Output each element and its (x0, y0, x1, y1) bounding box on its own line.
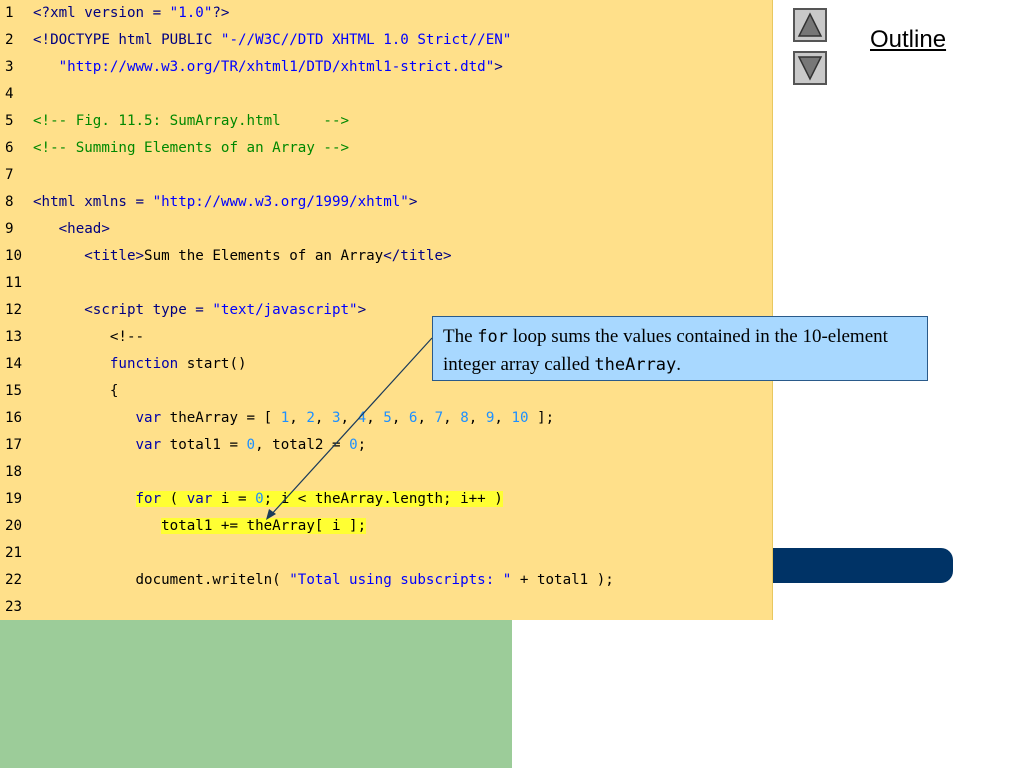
line-number: 14 (5, 356, 23, 372)
code-line: 3 "http://www.w3.org/TR/xhtml1/DTD/xhtml… (0, 54, 773, 81)
code-line: 10 <title>Sum the Elements of an Array</… (0, 243, 773, 270)
line-number: 3 (5, 59, 14, 75)
code-text: <!-- Summing Elements of an Array --> (33, 140, 350, 156)
code-line: 5 <!-- Fig. 11.5: SumArray.html --> (0, 108, 773, 135)
code-text: <!-- Fig. 11.5: SumArray.html --> (33, 113, 350, 129)
code-text: "http://www.w3.org/TR/xhtml1/DTD/xhtml1-… (58, 59, 503, 75)
line-number: 10 (5, 248, 23, 264)
code-line: 6 <!-- Summing Elements of an Array --> (0, 135, 773, 162)
code-line: 21 (0, 540, 773, 567)
triangle-up-icon (797, 12, 823, 37)
line-number: 22 (5, 572, 23, 588)
code-text: total1 += theArray[ i ]; (161, 518, 367, 534)
code-line: 23 (0, 594, 773, 621)
next-slide-button[interactable] (793, 51, 827, 85)
code-listing: 1 <?xml version = "1.0"?> 2 <!DOCTYPE ht… (0, 0, 773, 620)
previous-slide-button[interactable] (793, 8, 827, 42)
code-text: <!-- (33, 329, 145, 345)
line-number: 17 (5, 437, 23, 453)
line-number: 15 (5, 383, 23, 399)
triangle-down-icon (797, 56, 823, 81)
code-text: <head> (33, 221, 110, 237)
line-number: 19 (5, 491, 23, 507)
code-line: 7 (0, 162, 773, 189)
code-line: 15 { (0, 378, 773, 405)
callout-box: The for loop sums the values contained i… (432, 316, 928, 381)
line-number: 18 (5, 464, 23, 480)
code-line: 2 <!DOCTYPE html PUBLIC "-//W3C//DTD XHT… (0, 27, 773, 54)
line-number: 12 (5, 302, 23, 318)
code-line: 22 document.writeln( "Total using subscr… (0, 567, 773, 594)
code-line: 11 (0, 270, 773, 297)
callout-text: The (443, 326, 478, 347)
line-number: 8 (5, 194, 14, 210)
line-number: 7 (5, 167, 14, 183)
code-line: 9 <head> (0, 216, 773, 243)
line-number: 2 (5, 32, 14, 48)
outline-link[interactable]: Outline (870, 26, 946, 54)
line-number: 6 (5, 140, 14, 156)
code-text: <script type = "text/javascript"> (84, 302, 367, 318)
code-line: 8 <html xmlns = "http://www.w3.org/1999/… (0, 189, 773, 216)
code-text: <html xmlns = "http://www.w3.org/1999/xh… (33, 194, 418, 210)
code-line: 16 var theArray = [ 1, 2, 3, 4, 5, 6, 7,… (0, 405, 773, 432)
line-number: 5 (5, 113, 14, 129)
callout-code: theArray (594, 355, 677, 375)
code-text: var theArray = [ 1, 2, 3, 4, 5, 6, 7, 8,… (135, 410, 555, 426)
code-text: <title>Sum the Elements of an Array</tit… (84, 248, 452, 264)
line-number: 11 (5, 275, 23, 291)
line-number: 1 (5, 5, 14, 21)
code-line-highlighted: 20 total1 += theArray[ i ]; (0, 513, 773, 540)
line-number: 16 (5, 410, 23, 426)
line-number: 21 (5, 545, 23, 561)
code-text: <?xml version = "1.0"?> (33, 5, 230, 21)
line-number: 23 (5, 599, 23, 615)
line-number: 9 (5, 221, 14, 237)
callout-code: for (477, 327, 509, 347)
line-number: 13 (5, 329, 23, 345)
code-text: var total1 = 0, total2 = 0; (135, 437, 367, 453)
code-text: document.writeln( "Total using subscript… (33, 572, 614, 588)
code-line: 4 (0, 81, 773, 108)
callout-text: . (676, 354, 682, 375)
code-text: function start() (109, 356, 247, 372)
code-line: 1 <?xml version = "1.0"?> (0, 0, 773, 27)
decorative-green-block (0, 600, 512, 768)
code-line-highlighted: 19 for ( var i = 0; i < theArray.length;… (0, 486, 773, 513)
code-text: { (33, 383, 119, 399)
code-text: <!DOCTYPE html PUBLIC "-//W3C//DTD XHTML… (33, 32, 512, 48)
code-text: for ( var i = 0; i < theArray.length; i+… (135, 491, 503, 507)
line-number: 4 (5, 86, 14, 102)
code-line: 17 var total1 = 0, total2 = 0; (0, 432, 773, 459)
code-line: 18 (0, 459, 773, 486)
line-number: 20 (5, 518, 23, 534)
